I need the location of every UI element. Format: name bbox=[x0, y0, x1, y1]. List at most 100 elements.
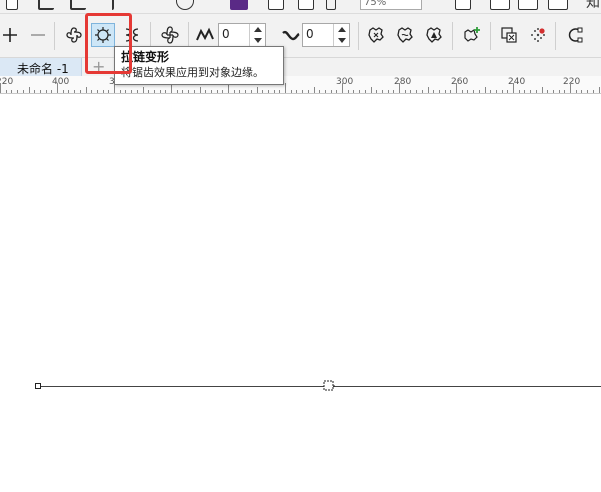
fullscreen-preview-icon[interactable] bbox=[268, 0, 284, 10]
ruler-tick bbox=[387, 90, 389, 93]
ruler-tick bbox=[188, 90, 190, 93]
ruler-tick bbox=[399, 83, 400, 93]
ruler-tick bbox=[250, 90, 252, 93]
document-tab[interactable]: 未命名 -1 bbox=[0, 58, 82, 76]
ruler-tick bbox=[267, 90, 269, 93]
ruler-tick bbox=[330, 90, 332, 93]
frequency-stepper[interactable] bbox=[333, 24, 349, 46]
ruler-tick bbox=[570, 83, 571, 93]
ruler-tick bbox=[359, 90, 361, 93]
local-distortion-icon[interactable] bbox=[422, 23, 446, 47]
ruler-tick bbox=[108, 90, 110, 93]
ruler-tick bbox=[34, 90, 36, 93]
chevron-up-icon[interactable] bbox=[253, 27, 262, 32]
options-icon[interactable] bbox=[326, 0, 336, 10]
document-tab-bar: 未命名 -1 + bbox=[0, 57, 601, 76]
ruler-tick bbox=[119, 90, 121, 93]
ruler-tick bbox=[404, 90, 406, 93]
minus-icon[interactable] bbox=[26, 23, 50, 47]
ruler-tick bbox=[262, 90, 264, 93]
property-bar: 0 0 bbox=[0, 14, 601, 58]
ruler-tick bbox=[353, 90, 355, 93]
ruler-tick bbox=[74, 90, 76, 93]
zipper-distortion-icon[interactable] bbox=[91, 23, 115, 47]
ruler-tick bbox=[416, 90, 418, 93]
ruler-tick bbox=[313, 87, 315, 93]
frequency-icon bbox=[279, 23, 303, 47]
ruler-tick bbox=[490, 90, 492, 93]
separator bbox=[555, 22, 556, 50]
separator bbox=[490, 22, 491, 50]
line-start-node[interactable] bbox=[35, 383, 41, 389]
tooltip-description: 将锯齿效果应用到对象边缘。 bbox=[121, 66, 264, 79]
ruler-tick bbox=[205, 90, 207, 93]
ruler-tick bbox=[381, 90, 383, 93]
random-distortion-icon[interactable] bbox=[364, 23, 388, 47]
ruler-tick bbox=[302, 90, 304, 93]
ruler-tick bbox=[85, 87, 87, 93]
ruler-tick bbox=[45, 90, 47, 93]
chevron-up-icon[interactable] bbox=[337, 27, 346, 32]
distortion-center-handle[interactable] bbox=[322, 379, 336, 393]
frequency-value: 0 bbox=[306, 27, 314, 41]
ruler-tick bbox=[233, 90, 235, 93]
add-plus-icon[interactable] bbox=[0, 23, 22, 47]
ruler-tick bbox=[456, 83, 457, 93]
clear-distortion-icon[interactable] bbox=[526, 23, 550, 47]
publish-icon[interactable] bbox=[98, 0, 114, 10]
horizontal-ruler[interactable]: 220 400 3 300 280 260 240 220 bbox=[0, 76, 601, 94]
ruler-tick bbox=[342, 83, 343, 93]
ruler-tick bbox=[438, 90, 440, 93]
standard-toolbar: 75% 知 bbox=[0, 0, 601, 14]
grid-icon[interactable] bbox=[518, 0, 538, 10]
chevron-down-icon[interactable] bbox=[337, 38, 346, 43]
center-distortion-icon[interactable] bbox=[158, 23, 182, 47]
smooth-distortion-icon[interactable] bbox=[393, 23, 417, 47]
frequency-spinbox[interactable]: 0 bbox=[302, 23, 350, 47]
line-object[interactable] bbox=[38, 386, 601, 387]
ruler-tick bbox=[239, 90, 241, 93]
ruler-tick bbox=[592, 90, 594, 93]
ruler-tick bbox=[91, 90, 93, 93]
twister-distortion-icon[interactable] bbox=[120, 23, 144, 47]
app-launcher-icon[interactable] bbox=[230, 0, 248, 10]
chevron-down-icon[interactable] bbox=[253, 38, 262, 43]
export-icon[interactable] bbox=[70, 0, 86, 10]
ruler-tick bbox=[279, 90, 281, 93]
ruler-tick bbox=[148, 90, 150, 93]
ruler-tick bbox=[296, 90, 298, 93]
push-pull-distortion-icon[interactable] bbox=[62, 23, 86, 47]
ruler-label: 260 bbox=[451, 77, 469, 87]
ruler-tick bbox=[575, 90, 577, 93]
amplitude-spinbox[interactable]: 0 bbox=[218, 23, 266, 47]
ruler-tick bbox=[68, 90, 70, 93]
ruler-tick bbox=[393, 90, 395, 93]
ruler-tick bbox=[319, 90, 321, 93]
separator bbox=[452, 22, 453, 50]
rulers-icon[interactable] bbox=[490, 0, 510, 10]
ruler-tick bbox=[421, 90, 423, 93]
ruler-tick bbox=[182, 90, 184, 93]
convert-to-curves-icon[interactable] bbox=[563, 23, 587, 47]
drawing-canvas[interactable] bbox=[0, 95, 601, 492]
add-new-distortion-icon[interactable] bbox=[460, 23, 484, 47]
ruler-tick bbox=[427, 87, 429, 93]
ruler-tick bbox=[125, 90, 127, 93]
ruler-tick bbox=[51, 90, 53, 93]
align-icon[interactable] bbox=[298, 0, 314, 10]
ruler-tick bbox=[564, 90, 566, 93]
redo-icon[interactable] bbox=[176, 0, 194, 10]
ruler-tick bbox=[290, 90, 292, 93]
amplitude-stepper[interactable] bbox=[249, 24, 265, 46]
save-icon[interactable] bbox=[6, 0, 18, 10]
copy-distortion-icon[interactable] bbox=[497, 23, 521, 47]
ruler-tick bbox=[0, 83, 1, 93]
guidelines-icon[interactable] bbox=[548, 0, 568, 10]
ruler-tick bbox=[478, 90, 480, 93]
add-tab-button[interactable]: + bbox=[92, 57, 105, 76]
zoom-level-field[interactable]: 75% bbox=[360, 0, 422, 10]
print-icon[interactable] bbox=[455, 0, 471, 10]
import-icon[interactable] bbox=[38, 0, 54, 10]
ruler-tick bbox=[273, 90, 275, 93]
ruler-tick bbox=[581, 90, 583, 93]
